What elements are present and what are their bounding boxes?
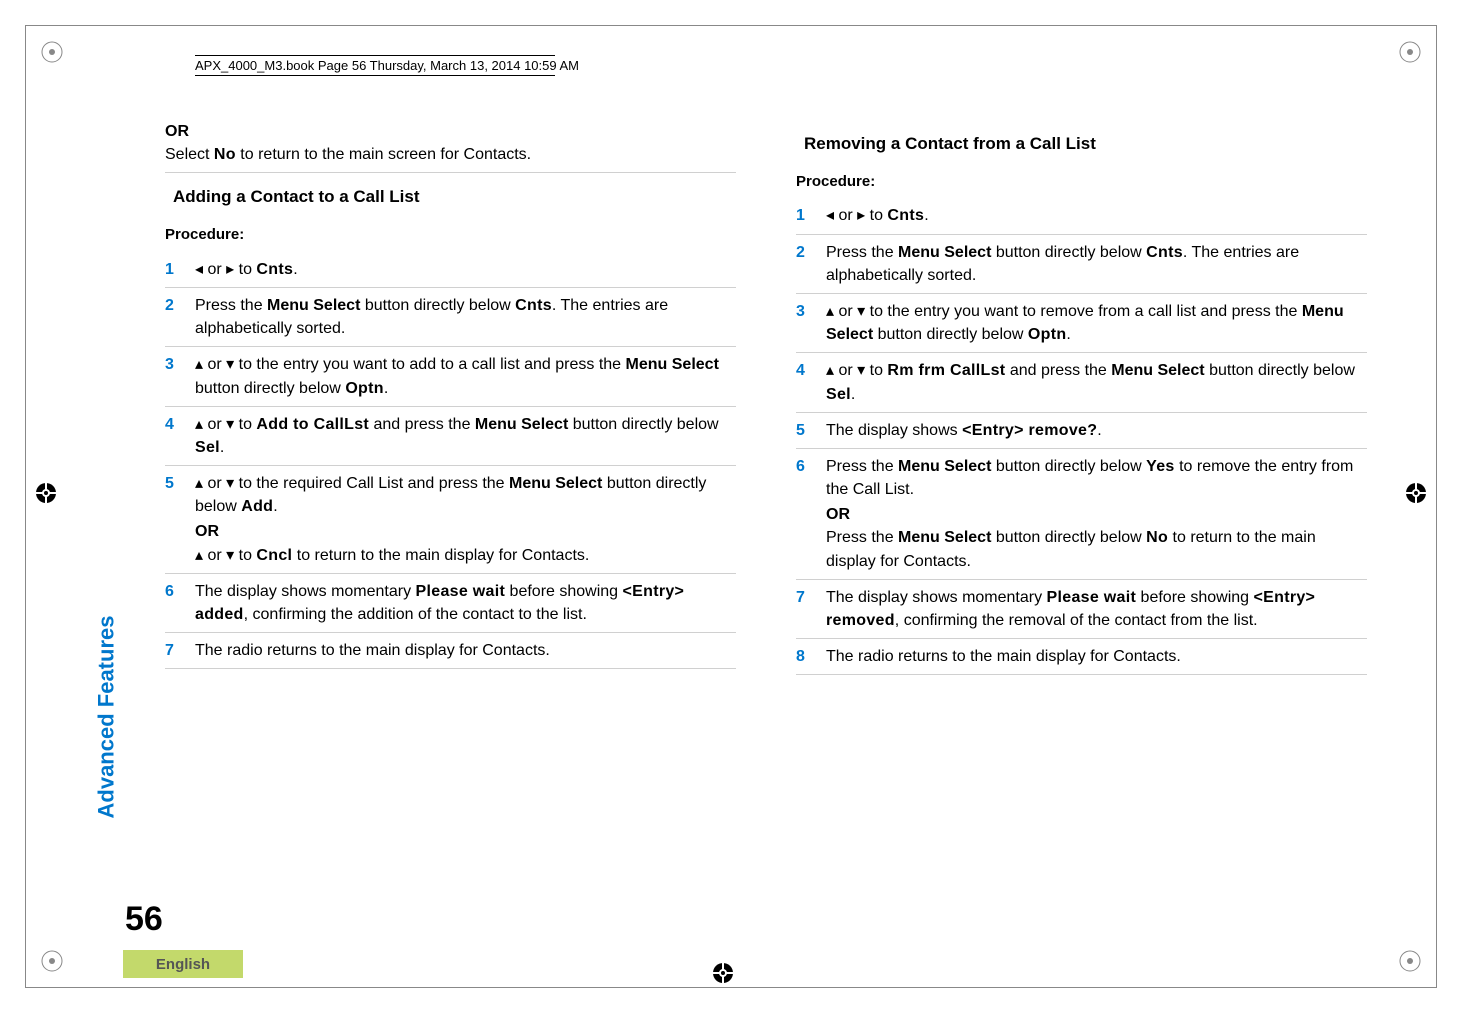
crosshair-icon (710, 960, 736, 991)
steps-list: 1◂ or ▸ to Cnts. 2Press the Menu Select … (796, 198, 1367, 675)
list-item: 3▴ or ▾ to the entry you want to remove … (796, 294, 1367, 353)
section-title: Removing a Contact from a Call List (804, 132, 1096, 157)
left-column: OR Select No to return to the main scree… (165, 120, 736, 675)
crosshair-icon (33, 480, 59, 511)
list-item: 4▴ or ▾ to Rm frm CallLst and press the … (796, 353, 1367, 412)
list-item: 5 ▴ or ▾ to the required Call List and p… (165, 466, 736, 574)
or-label: OR (195, 520, 736, 543)
side-tab: Advanced Features (89, 450, 123, 730)
top-or-line: Select No to return to the main screen f… (165, 143, 736, 166)
content-area: Advanced Features 56 English OR Select N… (95, 120, 1367, 923)
section-header: Adding a Contact to a Call List (165, 185, 736, 216)
language-label: English (123, 950, 243, 978)
procedure-label: Procedure: (796, 171, 1367, 193)
registration-mark-icon (40, 949, 64, 973)
list-item: 7The radio returns to the main display f… (165, 633, 736, 669)
list-item: 7The display shows momentary Please wait… (796, 580, 1367, 639)
or-label: OR (826, 503, 1367, 526)
steps-list: 1◂ or ▸ to Cnts. 2Press the Menu Select … (165, 252, 736, 670)
list-item: 4▴ or ▾ to Add to CallLst and press the … (165, 407, 736, 466)
section-title: Adding a Contact to a Call List (173, 185, 420, 210)
or-label: OR (165, 120, 736, 143)
book-header-text: APX_4000_M3.book Page 56 Thursday, March… (195, 58, 579, 73)
list-item: 2Press the Menu Select button directly b… (165, 288, 736, 347)
list-item: 3▴ or ▾ to the entry you want to add to … (165, 347, 736, 406)
list-item: 6The display shows momentary Please wait… (165, 574, 736, 633)
page-number: 56 (125, 900, 163, 939)
registration-mark-icon (1398, 949, 1422, 973)
list-item: 8The radio returns to the main display f… (796, 639, 1367, 675)
book-header: APX_4000_M3.book Page 56 Thursday, March… (195, 55, 579, 78)
procedure-label: Procedure: (165, 224, 736, 246)
side-tab-label: Advanced Features (93, 616, 119, 819)
list-item: 1◂ or ▸ to Cnts. (796, 198, 1367, 234)
right-column: Removing a Contact from a Call List Proc… (796, 120, 1367, 675)
list-item: 1◂ or ▸ to Cnts. (165, 252, 736, 288)
list-item: 6 Press the Menu Select button directly … (796, 449, 1367, 580)
list-item: 2Press the Menu Select button directly b… (796, 235, 1367, 294)
list-item: 5The display shows <Entry> remove?. (796, 413, 1367, 449)
crosshair-icon (1403, 480, 1429, 511)
section-header: Removing a Contact from a Call List (796, 132, 1367, 163)
registration-mark-icon (1398, 40, 1422, 64)
registration-mark-icon (40, 40, 64, 64)
